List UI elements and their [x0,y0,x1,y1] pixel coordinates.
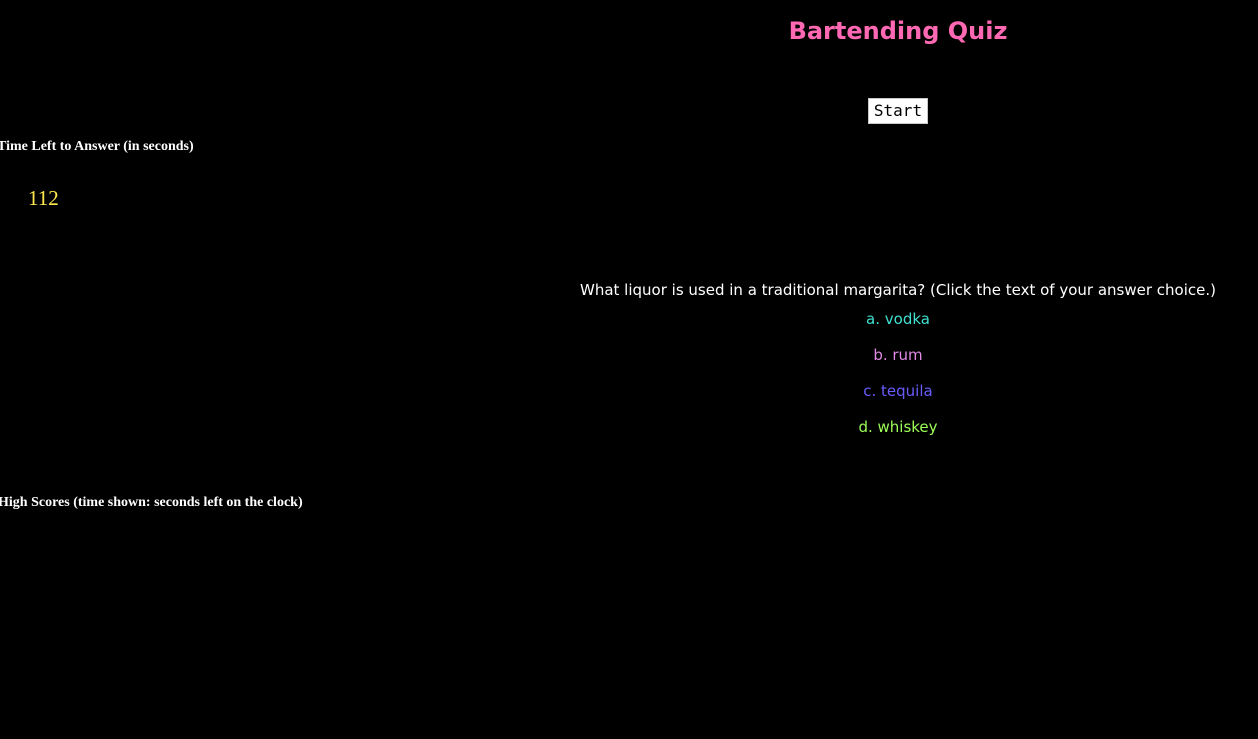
timer-value: 112 [28,186,59,210]
answer-choice-label[interactable]: d. whiskey [858,416,937,438]
question-text: What liquor is used in a traditional mar… [580,281,1216,299]
answer-choice-a[interactable]: a. vodka [798,308,998,344]
high-scores-heading: High Scores (time shown: seconds left on… [0,495,303,510]
answer-choice-label[interactable]: c. tequila [863,380,932,402]
quiz-page: Bartending Quiz Start Time Left to Answe… [0,0,1258,739]
answer-choice-d[interactable]: d. whiskey [798,416,998,452]
answer-choice-b[interactable]: b. rum [798,344,998,380]
page-title: Bartending Quiz [788,17,1008,45]
answer-choice-label[interactable]: b. rum [873,344,922,366]
timer-heading: Time Left to Answer (in seconds) [0,139,194,154]
start-button[interactable]: Start [868,98,928,124]
answer-choice-c[interactable]: c. tequila [798,380,998,416]
answer-choice-label[interactable]: a. vodka [866,308,930,330]
answer-list: a. vodka b. rum c. tequila d. whiskey [798,308,998,452]
